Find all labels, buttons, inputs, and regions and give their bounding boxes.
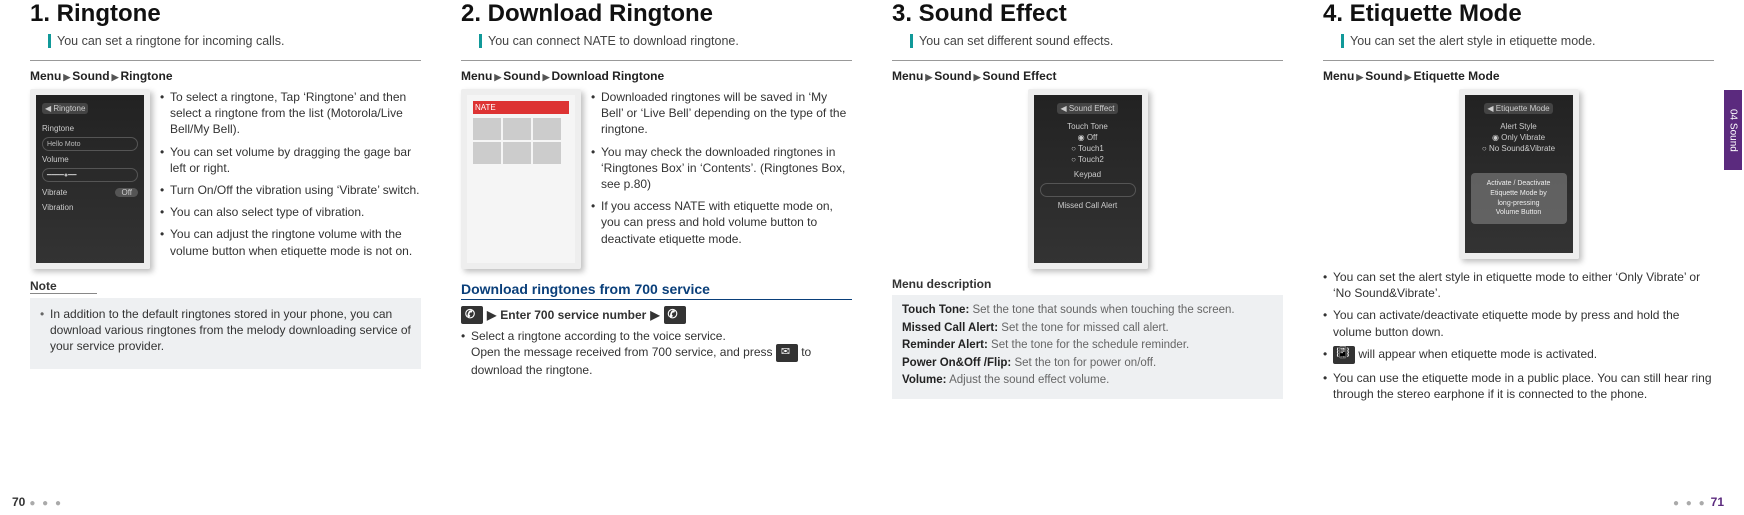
desc-label: Reminder Alert:	[902, 339, 988, 351]
breadcrumb: Menu▶Sound▶Download Ringtone	[461, 69, 852, 83]
note-heading: Note	[30, 279, 97, 294]
section-subtitle: You can set different sound effects.	[910, 34, 1283, 48]
chevron-right-icon: ▶	[923, 72, 934, 82]
desc-label: Missed Call Alert:	[902, 322, 998, 334]
chevron-right-icon: ▶	[541, 72, 552, 82]
bullet-list: You can set the alert style in etiquette…	[1323, 269, 1714, 402]
screenshot-sound-effect: ◀ Sound Effect Touch Tone ◉ Off ○ Touch1…	[1028, 89, 1148, 269]
page-number-left: 70 ● ● ●	[12, 495, 67, 509]
breadcrumb: Menu▶Sound▶Sound Effect	[892, 69, 1283, 83]
note-item: In addition to the default ringtones sto…	[40, 306, 411, 355]
divider	[30, 60, 421, 61]
text: Open the message received from 700 servi…	[471, 345, 773, 359]
bc-part: Sound Effect	[983, 69, 1057, 83]
list-item: will appear when etiquette mode is activ…	[1323, 346, 1714, 364]
section-subtitle: You can set the alert style in etiquette…	[1341, 34, 1714, 48]
list-item: You can use the etiquette mode in a publ…	[1323, 370, 1714, 402]
screenshot-ringtone: ◀ Ringtone Ringtone Hello Moto Volume ━━…	[30, 89, 150, 269]
section-title: 1. Ringtone	[30, 0, 421, 28]
chevron-right-icon: ▶	[61, 72, 72, 82]
bc-part: Sound	[1365, 69, 1402, 83]
list-item: Turn On/Off the vibration using ‘Vibrate…	[160, 182, 421, 198]
list-item: You can set volume by dragging the gage …	[160, 144, 421, 176]
text: will appear when etiquette mode is activ…	[1355, 347, 1597, 361]
bullet-list: Select a ringtone according to the voice…	[461, 328, 852, 378]
section-subtitle: You can connect NATE to download rington…	[479, 34, 852, 48]
section-download-ringtone: 2. Download Ringtone You can connect NAT…	[461, 0, 852, 408]
chevron-right-icon: ▶	[492, 72, 503, 82]
screenshot-etiquette: ◀ Etiquette Mode Alert Style ◉ Only Vibr…	[1459, 89, 1579, 259]
note-box: In addition to the default ringtones sto…	[30, 298, 421, 369]
phone-icon	[461, 306, 483, 324]
bullet-list: To select a ringtone, Tap ‘Ringtone’ and…	[160, 89, 421, 269]
breadcrumb: Menu▶Sound▶Etiquette Mode	[1323, 69, 1714, 83]
text: Select a ringtone according to the voice…	[471, 329, 726, 343]
subsection-heading: Download ringtones from 700 service	[461, 281, 852, 300]
list-item: If you access NATE with etiquette mode o…	[591, 198, 852, 247]
bc-part: Menu	[30, 69, 61, 83]
bc-part: Menu	[1323, 69, 1354, 83]
list-item: You can set the alert style in etiquette…	[1323, 269, 1714, 301]
bc-part: Download Ringtone	[552, 69, 665, 83]
menu-description-heading: Menu description	[892, 277, 1283, 291]
bc-part: Sound	[934, 69, 971, 83]
page-num: 71	[1711, 495, 1724, 509]
list-item: You can activate/deactivate etiquette mo…	[1323, 307, 1714, 339]
chevron-right-icon: ▶	[650, 308, 659, 322]
section-title: 2. Download Ringtone	[461, 0, 852, 28]
chevron-right-icon: ▶	[110, 72, 121, 82]
chevron-right-icon: ▶	[972, 72, 983, 82]
chevron-right-icon: ▶	[1403, 72, 1414, 82]
desc-text: Set the tone for the schedule reminder.	[988, 339, 1189, 351]
list-item: To select a ringtone, Tap ‘Ringtone’ and…	[160, 89, 421, 138]
menu-description-box: Touch Tone: Set the tone that sounds whe…	[892, 295, 1283, 399]
page-number-right: ● ● ● 71	[1669, 495, 1724, 509]
bc-part: Sound	[503, 69, 540, 83]
desc-text: Set the tone for missed call alert.	[998, 322, 1169, 334]
section-subtitle: You can set a ringtone for incoming call…	[48, 34, 421, 48]
desc-text: Set the tone that sounds when touching t…	[969, 304, 1234, 316]
desc-label: Volume:	[902, 374, 947, 386]
chapter-tab: 04 Sound	[1724, 90, 1742, 170]
breadcrumb: Menu▶Sound▶Ringtone	[30, 69, 421, 83]
page-dots-icon: ● ● ●	[29, 498, 63, 509]
dial-sequence: ▶ Enter 700 service number ▶	[461, 306, 852, 324]
bc-part: Ringtone	[121, 69, 173, 83]
chevron-right-icon: ▶	[1354, 72, 1365, 82]
divider	[1323, 60, 1714, 61]
vibrate-icon	[1333, 346, 1355, 364]
desc-label: Power On&Off /Flip:	[902, 357, 1011, 369]
section-title: 4. Etiquette Mode	[1323, 0, 1714, 28]
section-etiquette-mode: 4. Etiquette Mode You can set the alert …	[1323, 0, 1714, 408]
bc-part: Menu	[892, 69, 923, 83]
bullet-list: Downloaded ringtones will be saved in ‘M…	[591, 89, 852, 269]
list-item: You can also select type of vibration.	[160, 204, 421, 220]
dial-label: Enter 700 service number	[500, 308, 646, 322]
section-sound-effect: 3. Sound Effect You can set different so…	[892, 0, 1283, 408]
list-item: Select a ringtone according to the voice…	[461, 328, 852, 378]
bc-part: Menu	[461, 69, 492, 83]
page-num: 70	[12, 495, 25, 509]
bc-part: Etiquette Mode	[1414, 69, 1500, 83]
message-icon	[776, 344, 798, 362]
list-item: You may check the downloaded ringtones i…	[591, 144, 852, 193]
divider	[461, 60, 852, 61]
desc-text: Adjust the sound effect volume.	[947, 374, 1110, 386]
screenshot-nate: NATE	[461, 89, 581, 269]
page-dots-icon: ● ● ●	[1673, 498, 1707, 509]
call-icon	[664, 306, 686, 324]
section-title: 3. Sound Effect	[892, 0, 1283, 28]
divider	[892, 60, 1283, 61]
desc-text: Set the ton for power on/off.	[1011, 357, 1156, 369]
list-item: You can adjust the ringtone volume with …	[160, 226, 421, 258]
section-ringtone: 1. Ringtone You can set a ringtone for i…	[30, 0, 421, 408]
list-item: Downloaded ringtones will be saved in ‘M…	[591, 89, 852, 138]
bc-part: Sound	[72, 69, 109, 83]
chevron-right-icon: ▶	[487, 308, 496, 322]
desc-label: Touch Tone:	[902, 304, 969, 316]
